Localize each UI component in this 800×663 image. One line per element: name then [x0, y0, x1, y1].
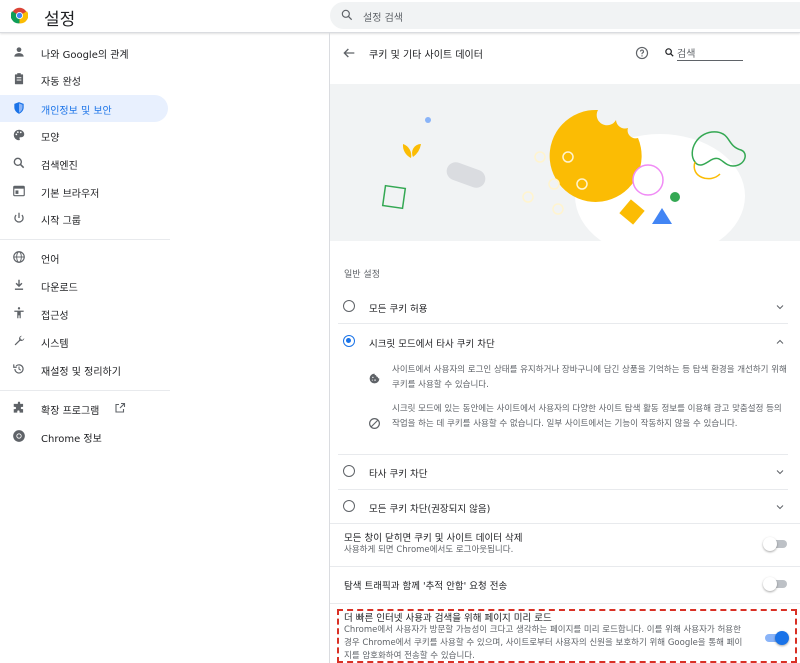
sidebar-item-label: 다운로드 — [41, 283, 78, 294]
chevron-up-icon[interactable] — [774, 336, 786, 348]
radio-button[interactable] — [343, 300, 355, 312]
sidebar-divider — [0, 390, 170, 391]
sidebar-item-label: 개인정보 및 보안 — [41, 106, 112, 117]
sidebar-item-label: 나와 Google의 관계 — [41, 50, 129, 61]
chrome-logo-icon — [11, 7, 28, 24]
sidebar-item-extensions[interactable]: 확장 프로그램 — [0, 395, 168, 422]
divider — [330, 603, 800, 604]
sidebar-item-label: 모양 — [41, 133, 60, 144]
sidebar-item-label: 검색엔진 — [41, 161, 78, 172]
detail-text-cookies-usage: 사이트에서 사용자의 로그인 상태를 유지하거나 장바구니에 담긴 상품을 기억… — [392, 365, 787, 390]
sidebar-item-downloads[interactable]: 다운로드 — [0, 272, 168, 299]
setting-title: 모든 창이 닫히면 쿠키 및 사이트 데이터 삭제 — [344, 533, 523, 544]
sidebar-item-system[interactable]: 시스템 — [0, 328, 168, 355]
sidebar-item-label: 자동 완성 — [41, 77, 81, 88]
shield-icon — [14, 102, 24, 114]
radio-option-block-third-party[interactable]: 타사 쿠키 차단 — [330, 455, 800, 489]
restore-icon — [13, 364, 24, 374]
chrome-icon — [13, 430, 25, 442]
radio-button-selected[interactable] — [343, 335, 355, 347]
radio-label: 시크릿 모드에서 타사 쿠키 차단 — [369, 339, 495, 350]
sidebar-item-autofill[interactable]: 자동 완성 — [0, 66, 168, 93]
radio-button[interactable] — [343, 500, 355, 512]
toggle-switch-do-not-track[interactable] — [763, 577, 788, 591]
setting-description: 사용하게 되면 Chrome에서도 로그아웃됩니다. — [344, 545, 514, 555]
sidebar-item-label: 확장 프로그램 — [41, 406, 100, 417]
cookie-icon — [369, 373, 380, 384]
search-icon — [341, 9, 353, 21]
sidebar-divider — [0, 239, 170, 240]
settings-search-box[interactable]: 설정 검색 — [330, 2, 800, 29]
radio-option-allow-all[interactable]: 모든 쿠키 허용 — [330, 289, 800, 323]
detail-text-incognito: 시크릿 모드에 있는 동안에는 사이트에서 사용자의 다양한 사이트 탐색 활동… — [392, 404, 782, 429]
toggle-switch-clear-on-exit[interactable] — [763, 537, 788, 551]
sidebar-item-label: 접근성 — [41, 311, 69, 322]
radio-label: 모든 쿠키 차단(권장되지 않음) — [369, 504, 491, 515]
sidebar-item-on-startup[interactable]: 시작 그룹 — [0, 205, 168, 232]
sidebar-item-appearance[interactable]: 모양 — [0, 122, 168, 149]
wrench-icon — [14, 335, 25, 346]
cookie-illustration — [330, 84, 800, 241]
globe-icon — [13, 251, 25, 263]
page-title: 쿠키 및 기타 사이트 데이터 — [369, 50, 483, 61]
sidebar-item-privacy[interactable]: 개인정보 및 보안 — [0, 95, 168, 122]
sidebar-item-label: 기본 브라우저 — [41, 189, 100, 200]
sidebar-item-label: 시스템 — [41, 339, 69, 350]
top-bar: 설정 설정 검색 — [0, 0, 800, 33]
radio-option-block-all[interactable]: 모든 쿠키 차단(권장되지 않음) — [330, 490, 800, 524]
radio-button[interactable] — [343, 465, 355, 477]
chevron-down-icon[interactable] — [774, 501, 786, 513]
cookies-panel: 쿠키 및 기타 사이트 데이터 검색 일반 설정 모든 쿠키 허용 시크릿 모드… — [330, 33, 800, 663]
power-icon — [14, 212, 24, 223]
setting-clear-on-exit: 모든 창이 닫히면 쿠키 및 사이트 데이터 삭제 사용하게 되면 Chrome… — [330, 524, 800, 566]
highlight-box — [337, 609, 797, 663]
chevron-down-icon[interactable] — [774, 301, 786, 313]
clipboard-icon — [14, 73, 24, 85]
search-icon — [665, 48, 674, 57]
sidebar-item-label: 재설정 및 정리하기 — [41, 367, 121, 378]
puzzle-icon — [13, 401, 24, 413]
back-arrow-icon[interactable] — [341, 45, 357, 61]
sidebar-item-label: Chrome 정보 — [41, 434, 102, 445]
radio-label: 타사 쿠키 차단 — [369, 469, 428, 480]
search-icon — [13, 157, 25, 169]
sidebar-item-languages[interactable]: 언어 — [0, 244, 168, 271]
setting-do-not-track: 탐색 트래픽과 함께 '추적 안함' 요청 전송 — [330, 567, 800, 603]
block-icon — [369, 418, 380, 429]
browser-icon — [13, 185, 25, 197]
sidebar: 나와 Google의 관계 자동 완성 개인정보 및 보안 모양 검색엔진 기본… — [0, 33, 170, 663]
open-in-new-icon[interactable] — [114, 402, 126, 414]
app-title: 설정 — [44, 10, 76, 30]
general-settings-heading: 일반 설정 — [344, 270, 380, 280]
sidebar-item-label: 시작 그룹 — [41, 216, 81, 227]
sidebar-item-about-chrome[interactable]: Chrome 정보 — [0, 423, 168, 450]
sidebar-item-you-and-google[interactable]: 나와 Google의 관계 — [0, 39, 168, 66]
chevron-down-icon[interactable] — [774, 466, 786, 478]
panel-search-input[interactable]: 검색 — [677, 45, 743, 61]
person-icon — [14, 47, 24, 57]
sidebar-item-accessibility[interactable]: 접근성 — [0, 300, 168, 327]
accessibility-icon — [14, 307, 24, 319]
sidebar-item-default-browser[interactable]: 기본 브라우저 — [0, 178, 168, 205]
radio-option-block-third-party-incognito[interactable]: 시크릿 모드에서 타사 쿠키 차단 — [330, 324, 800, 358]
sidebar-item-label: 언어 — [41, 255, 60, 266]
search-placeholder[interactable]: 설정 검색 — [363, 9, 403, 24]
palette-icon — [13, 129, 25, 141]
help-icon[interactable] — [635, 46, 649, 60]
cookie-illustration-graphic — [381, 109, 746, 241]
setting-title: 탐색 트래픽과 함께 '추적 안함' 요청 전송 — [344, 581, 508, 592]
sidebar-item-reset[interactable]: 재설정 및 정리하기 — [0, 356, 168, 383]
download-icon — [14, 279, 24, 290]
sidebar-item-search-engine[interactable]: 검색엔진 — [0, 150, 168, 177]
panel-header: 쿠키 및 기타 사이트 데이터 검색 — [330, 33, 800, 75]
radio-label: 모든 쿠키 허용 — [369, 304, 428, 315]
